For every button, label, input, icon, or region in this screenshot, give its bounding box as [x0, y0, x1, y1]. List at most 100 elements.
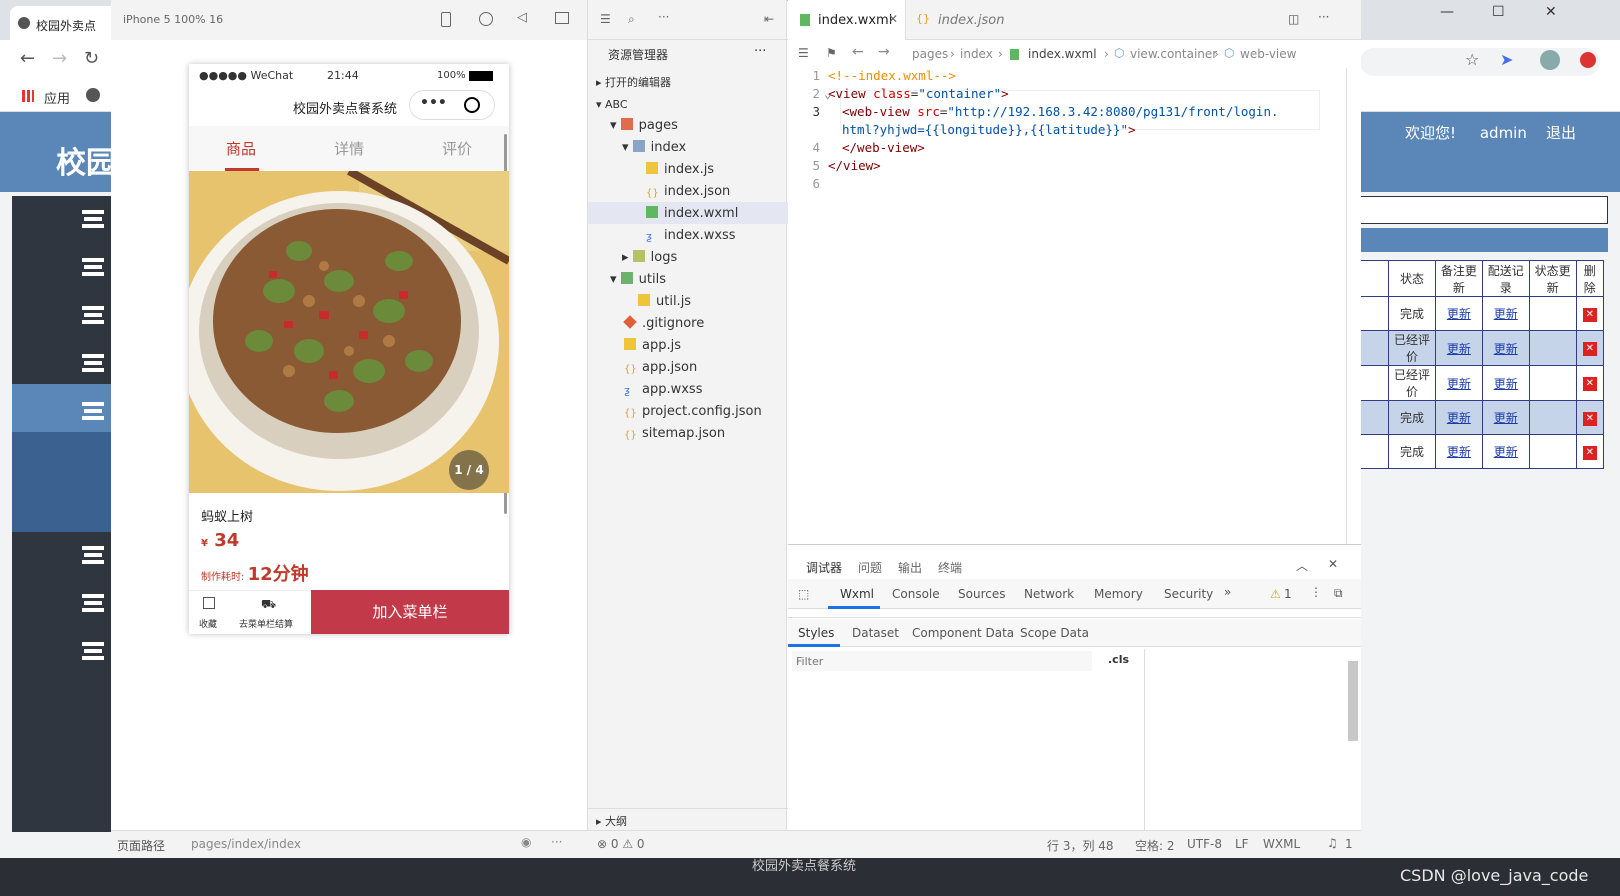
- avatar[interactable]: [1540, 50, 1560, 70]
- open-editors-section[interactable]: ▸ 打开的编辑器: [596, 74, 671, 90]
- warning-icon[interactable]: ⚠: [1270, 587, 1281, 601]
- errors-indicator[interactable]: ⊗ 0 ⚠ 0: [597, 837, 645, 851]
- more-icon[interactable]: •••: [420, 95, 447, 111]
- collapse-icon[interactable]: ⇤: [764, 12, 774, 26]
- sidebar-item[interactable]: [12, 244, 112, 292]
- sidebar-item[interactable]: [12, 340, 112, 388]
- delivery-record-link[interactable]: 更新: [1494, 307, 1518, 321]
- tab-dataset[interactable]: Dataset: [852, 626, 899, 640]
- bell-icon[interactable]: ♫: [1327, 836, 1338, 850]
- delete-icon[interactable]: ✕: [1582, 307, 1597, 322]
- dock-icon[interactable]: ⧉: [1334, 586, 1343, 601]
- cls-button[interactable]: .cls: [1108, 653, 1129, 666]
- tab-problems[interactable]: 问题: [858, 559, 882, 576]
- close-icon[interactable]: ✕: [1328, 557, 1338, 571]
- more-icon[interactable]: ···: [551, 835, 562, 849]
- crumb-item[interactable]: index.wxml: [1028, 47, 1097, 61]
- tab-sources[interactable]: Sources: [958, 587, 1005, 601]
- sidebar-item[interactable]: [12, 628, 112, 676]
- window-icon[interactable]: [555, 12, 569, 24]
- tree-file-index-json[interactable]: {} index.json: [646, 184, 730, 200]
- favorite-icon[interactable]: [203, 597, 215, 609]
- tab-reviews[interactable]: 评价: [417, 138, 497, 159]
- more-icon[interactable]: ···: [754, 44, 766, 59]
- delete-icon[interactable]: ✕: [1582, 445, 1597, 460]
- tab-terminal[interactable]: 终端: [938, 559, 962, 576]
- tab-memory[interactable]: Memory: [1094, 587, 1143, 601]
- tree-file-util-js[interactable]: util.js: [638, 294, 691, 309]
- tree-file-index-js[interactable]: index.js: [646, 162, 714, 177]
- list-icon[interactable]: ☰: [798, 46, 809, 60]
- back-icon[interactable]: ←: [852, 44, 864, 60]
- eye-icon[interactable]: ◉: [521, 835, 531, 849]
- delete-icon[interactable]: ✕: [1582, 411, 1597, 426]
- close-miniapp-icon[interactable]: [464, 97, 480, 113]
- truck-icon[interactable]: ⛟: [261, 597, 276, 613]
- extension-icon[interactable]: ➤: [1500, 50, 1513, 69]
- add-to-menu-button[interactable]: 加入菜单栏: [311, 590, 509, 634]
- address-bar[interactable]: [1360, 48, 1600, 76]
- tree-file-index-wxss[interactable]: ƺ index.wxss: [646, 228, 736, 243]
- project-section[interactable]: ▾ ABC: [596, 98, 628, 111]
- back-icon[interactable]: ←: [20, 48, 35, 69]
- update-remark-link[interactable]: 更新: [1447, 445, 1471, 459]
- close-icon[interactable]: ✕: [1545, 4, 1557, 20]
- tree-file-app-json[interactable]: {} app.json: [624, 360, 697, 376]
- tree-file-sitemap[interactable]: {} sitemap.json: [624, 426, 725, 442]
- line-ending[interactable]: LF: [1235, 837, 1249, 851]
- tab-styles[interactable]: Styles: [798, 626, 834, 640]
- scrollbar[interactable]: [1348, 661, 1358, 741]
- crumb-item[interactable]: view.container: [1130, 47, 1217, 61]
- indentation[interactable]: 空格: 2: [1135, 837, 1175, 854]
- tab-index-json[interactable]: {} index.json: [906, 0, 1016, 40]
- globe-icon[interactable]: [86, 88, 100, 102]
- update-remark-link[interactable]: 更新: [1447, 307, 1471, 321]
- tab-network[interactable]: Network: [1024, 587, 1074, 601]
- tab-security[interactable]: Security: [1164, 587, 1213, 601]
- tab-console[interactable]: Console: [892, 587, 940, 601]
- crumb-item[interactable]: web-view: [1240, 47, 1296, 61]
- chevron-up-icon[interactable]: ︿: [1296, 557, 1308, 574]
- maximize-icon[interactable]: ☐: [1492, 4, 1505, 20]
- delete-icon[interactable]: ✕: [1582, 377, 1597, 391]
- page-path-label[interactable]: 页面路径: [117, 837, 165, 854]
- favorite-label[interactable]: 收藏: [199, 617, 217, 630]
- volume-icon[interactable]: ◁: [517, 10, 527, 25]
- inspect-icon[interactable]: ⬚: [798, 587, 809, 601]
- language-mode[interactable]: WXML: [1263, 837, 1300, 851]
- split-editor-icon[interactable]: ◫: [1288, 12, 1299, 26]
- tree-file-app-wxss[interactable]: ƺ app.wxss: [624, 382, 702, 397]
- crumb-item[interactable]: pages: [912, 47, 948, 61]
- delivery-record-link[interactable]: 更新: [1494, 411, 1518, 425]
- tab-output[interactable]: 输出: [898, 559, 922, 576]
- search-input[interactable]: [1358, 196, 1608, 224]
- tree-folder-logs[interactable]: ▸ logs: [622, 250, 677, 265]
- delivery-record-link[interactable]: 更新: [1494, 445, 1518, 459]
- tree-file-index-wxml[interactable]: index.wxml: [646, 206, 738, 221]
- tree-folder-index[interactable]: ▾ index: [622, 140, 686, 155]
- tree-file-gitignore[interactable]: .gitignore: [623, 315, 704, 331]
- close-icon[interactable]: ✕: [888, 12, 898, 26]
- tree-file-app-js[interactable]: app.js: [624, 338, 681, 353]
- delete-icon[interactable]: ✕: [1582, 342, 1597, 356]
- bookmark-apps[interactable]: 应用: [44, 88, 70, 107]
- tab-scope-data[interactable]: Scope Data: [1020, 626, 1089, 640]
- crumb-item[interactable]: index: [960, 47, 993, 61]
- styles-filter-input[interactable]: [792, 651, 1092, 671]
- encoding[interactable]: UTF-8: [1187, 837, 1222, 851]
- delivery-record-link[interactable]: 更新: [1494, 377, 1518, 391]
- minimize-icon[interactable]: —: [1440, 4, 1454, 20]
- reload-icon[interactable]: ↻: [84, 48, 99, 69]
- sidebar-item[interactable]: [12, 580, 112, 628]
- delivery-record-link[interactable]: 更新: [1494, 342, 1518, 356]
- bookmark-icon[interactable]: ⚑: [826, 46, 837, 60]
- tree-file-project-config[interactable]: {} project.config.json: [624, 404, 762, 420]
- tab-wxml[interactable]: Wxml: [840, 587, 874, 601]
- sidebar-item[interactable]: [12, 532, 112, 580]
- cursor-position[interactable]: 行 3，列 48: [1047, 837, 1114, 854]
- tree-folder-utils[interactable]: ▾ utils: [610, 272, 666, 287]
- update-icon[interactable]: [1580, 52, 1596, 68]
- update-remark-link[interactable]: 更新: [1447, 342, 1471, 356]
- logout-link[interactable]: 退出: [1546, 124, 1576, 142]
- search-icon[interactable]: ⌕: [628, 12, 635, 27]
